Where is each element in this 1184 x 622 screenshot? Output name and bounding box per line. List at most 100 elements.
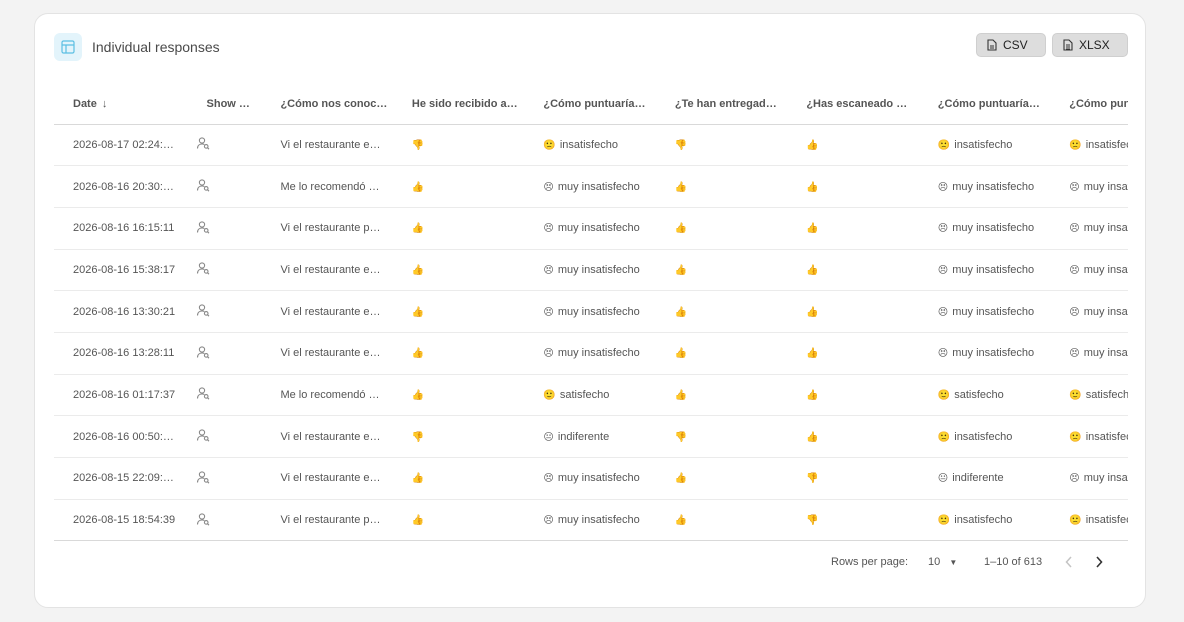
rating-text: muy insatisfecho — [557, 305, 640, 318]
face-icon: 😣 — [1069, 223, 1080, 235]
rating-text: indiferente — [557, 430, 610, 443]
cell-scanned: 👍 — [787, 290, 919, 333]
rating-text: muy insatisfecho — [952, 222, 1035, 235]
table-row[interactable]: 2026-08-15 22:09:… Vi el restaurante e… 👍 😣… — [54, 457, 1128, 500]
column-header-delivered[interactable]: ¿Te han entregad… — [655, 84, 788, 125]
column-header-scanned[interactable]: ¿Has escaneado … — [787, 84, 919, 125]
cell-source: Vi el restaurante e… — [261, 290, 393, 333]
rows-per-page-label: Rows per page: — [831, 556, 909, 568]
cell-rating-2: 🙁 insatisfecho — [918, 499, 1051, 542]
column-header-received[interactable]: He sido recibido a… — [392, 84, 525, 125]
rating-text: muy insatisfecho — [557, 263, 640, 276]
table-row[interactable]: 2026-08-16 00:50:… Vi el restaurante e… 👎 😐… — [54, 415, 1128, 458]
export-xlsx-button[interactable]: XLSX — [1052, 33, 1128, 57]
rating-text: insatisfecho — [954, 138, 1013, 151]
column-header-date[interactable]: Date ↓ — [54, 84, 188, 125]
chevron-left-icon — [1065, 556, 1072, 568]
table-icon — [54, 33, 82, 61]
cell-show — [187, 374, 262, 417]
cell-date: 2026-08-17 02:24:… — [54, 124, 188, 167]
cell-rating-2: 😣 muy insatisfecho — [918, 290, 1051, 333]
user-search-icon[interactable] — [196, 470, 210, 487]
user-search-icon[interactable] — [196, 136, 210, 153]
cell-delivered: 👍 — [655, 249, 788, 292]
column-header-source[interactable]: ¿Cómo nos conoc… — [261, 84, 393, 125]
cell-rating-1: 🙁 insatisfecho — [524, 124, 656, 167]
cell-rating-2: 😣 muy insatisfecho — [918, 165, 1051, 208]
face-icon: 🙁 — [1069, 515, 1082, 527]
cell-delivered: 👍 — [655, 457, 788, 500]
face-icon: 🙁 — [937, 431, 951, 443]
cell-source: Me lo recomendó … — [261, 165, 393, 208]
caret-down-icon: ▼ — [949, 558, 958, 567]
rating-text: muy insatisfecho — [952, 347, 1035, 360]
next-page-button[interactable] — [1089, 552, 1109, 572]
cell-rating-2: 🙁 insatisfecho — [918, 124, 1051, 167]
thumb-icon: 👍 — [411, 181, 425, 193]
column-header-rating-2[interactable]: ¿Cómo puntuaría… — [918, 84, 1051, 125]
user-search-icon[interactable] — [196, 428, 210, 445]
user-search-icon[interactable] — [196, 261, 210, 278]
rating-text: satisfecho — [559, 388, 610, 401]
thumb-icon: 👍 — [674, 348, 688, 360]
user-search-icon[interactable] — [196, 178, 210, 195]
cell-source: Vi el restaurante e… — [261, 332, 393, 375]
cell-delivered: 👍 — [655, 290, 788, 333]
cell-rating-2: 😣 muy insatisfecho — [918, 249, 1051, 292]
previous-page-button[interactable] — [1059, 552, 1079, 572]
table-row[interactable]: 2026-08-16 20:30:… Me lo recomendó … 👍 😣 muy… — [54, 165, 1128, 208]
user-search-icon[interactable] — [196, 303, 210, 320]
user-search-icon[interactable] — [196, 512, 210, 529]
cell-delivered: 👎 — [655, 124, 788, 167]
table-row[interactable]: 2026-08-16 16:15:11 Vi el restaurante p… 👍… — [54, 207, 1128, 250]
thumb-icon: 👍 — [411, 515, 425, 527]
responses-table-container[interactable]: Date ↓ Show … ¿Cómo nos conoc… He sido re… — [54, 84, 1128, 542]
thumb-icon: 👍 — [411, 264, 425, 276]
cell-rating-1: 😐 indiferente — [524, 415, 656, 458]
table-header-row: Date ↓ Show … ¿Cómo nos conoc… He sido re… — [54, 84, 1128, 125]
table-row[interactable]: 2026-08-16 13:28:11 Vi el restaurante e… 👍… — [54, 332, 1128, 375]
user-search-icon[interactable] — [196, 386, 210, 403]
thumb-icon: 👍 — [806, 139, 819, 151]
rating-text: muy insatisfecho — [557, 347, 640, 360]
rows-per-page-select[interactable]: 10 ▼ — [928, 556, 957, 568]
cell-show — [187, 165, 262, 208]
face-icon: 😣 — [543, 264, 554, 276]
column-header-show[interactable]: Show … — [187, 84, 262, 125]
cell-rating-1: 😣 muy insatisfecho — [524, 249, 656, 292]
cell-received: 👍 — [392, 332, 525, 375]
rating-text: indiferente — [952, 472, 1004, 485]
cell-source: Vi el restaurante e… — [261, 249, 393, 292]
table-row[interactable]: 2026-08-16 13:30:21 Vi el restaurante e… 👍… — [54, 290, 1128, 333]
cell-rating-3: 🙁insatisfecho — [1050, 124, 1128, 167]
cell-source: Vi el restaurante e… — [261, 457, 393, 500]
thumb-icon: 👎 — [411, 139, 425, 151]
cell-scanned: 👍 — [787, 415, 919, 458]
thumb-icon: 👍 — [674, 515, 688, 527]
face-icon: 😣 — [937, 348, 949, 360]
cell-rating-1: 😣 muy insatisfecho — [524, 207, 656, 250]
column-header-rating-1[interactable]: ¿Cómo puntuaría… — [524, 84, 656, 125]
rating-text: muy insatisfecho — [1083, 263, 1128, 276]
rating-text: insatisfecho — [1085, 138, 1128, 151]
cell-scanned: 👍 — [787, 124, 919, 167]
cell-received: 👎 — [392, 415, 525, 458]
cell-source: Vi el restaurante p… — [261, 207, 393, 250]
cell-scanned: 👎 — [787, 457, 919, 500]
table-row[interactable]: 2026-08-16 01:17:37 Me lo recomendó … 👍 🙂 sa… — [54, 374, 1128, 417]
table-row[interactable]: 2026-08-15 18:54:39 Vi el restaurante p… 👍… — [54, 499, 1128, 542]
cell-received: 👍 — [392, 374, 525, 417]
cell-rating-2: 😐 indiferente — [918, 457, 1051, 500]
user-search-icon[interactable] — [196, 220, 210, 237]
table-row[interactable]: 2026-08-17 02:24:… Vi el restaurante e… 👎 🙁… — [54, 124, 1128, 167]
column-header-rating-3[interactable]: ¿Cómo puntuar — [1050, 84, 1128, 125]
cell-received: 👍 — [392, 290, 525, 333]
face-icon: 😣 — [937, 223, 949, 235]
table-row[interactable]: 2026-08-16 15:38:17 Vi el restaurante e… 👍… — [54, 249, 1128, 292]
thumb-icon: 👍 — [411, 223, 425, 235]
thumb-icon: 👎 — [806, 515, 819, 527]
rating-text: satisfecho — [1085, 388, 1128, 401]
user-search-icon[interactable] — [196, 345, 210, 362]
face-icon: 🙁 — [1069, 431, 1082, 443]
export-csv-button[interactable]: CSV — [976, 33, 1046, 57]
